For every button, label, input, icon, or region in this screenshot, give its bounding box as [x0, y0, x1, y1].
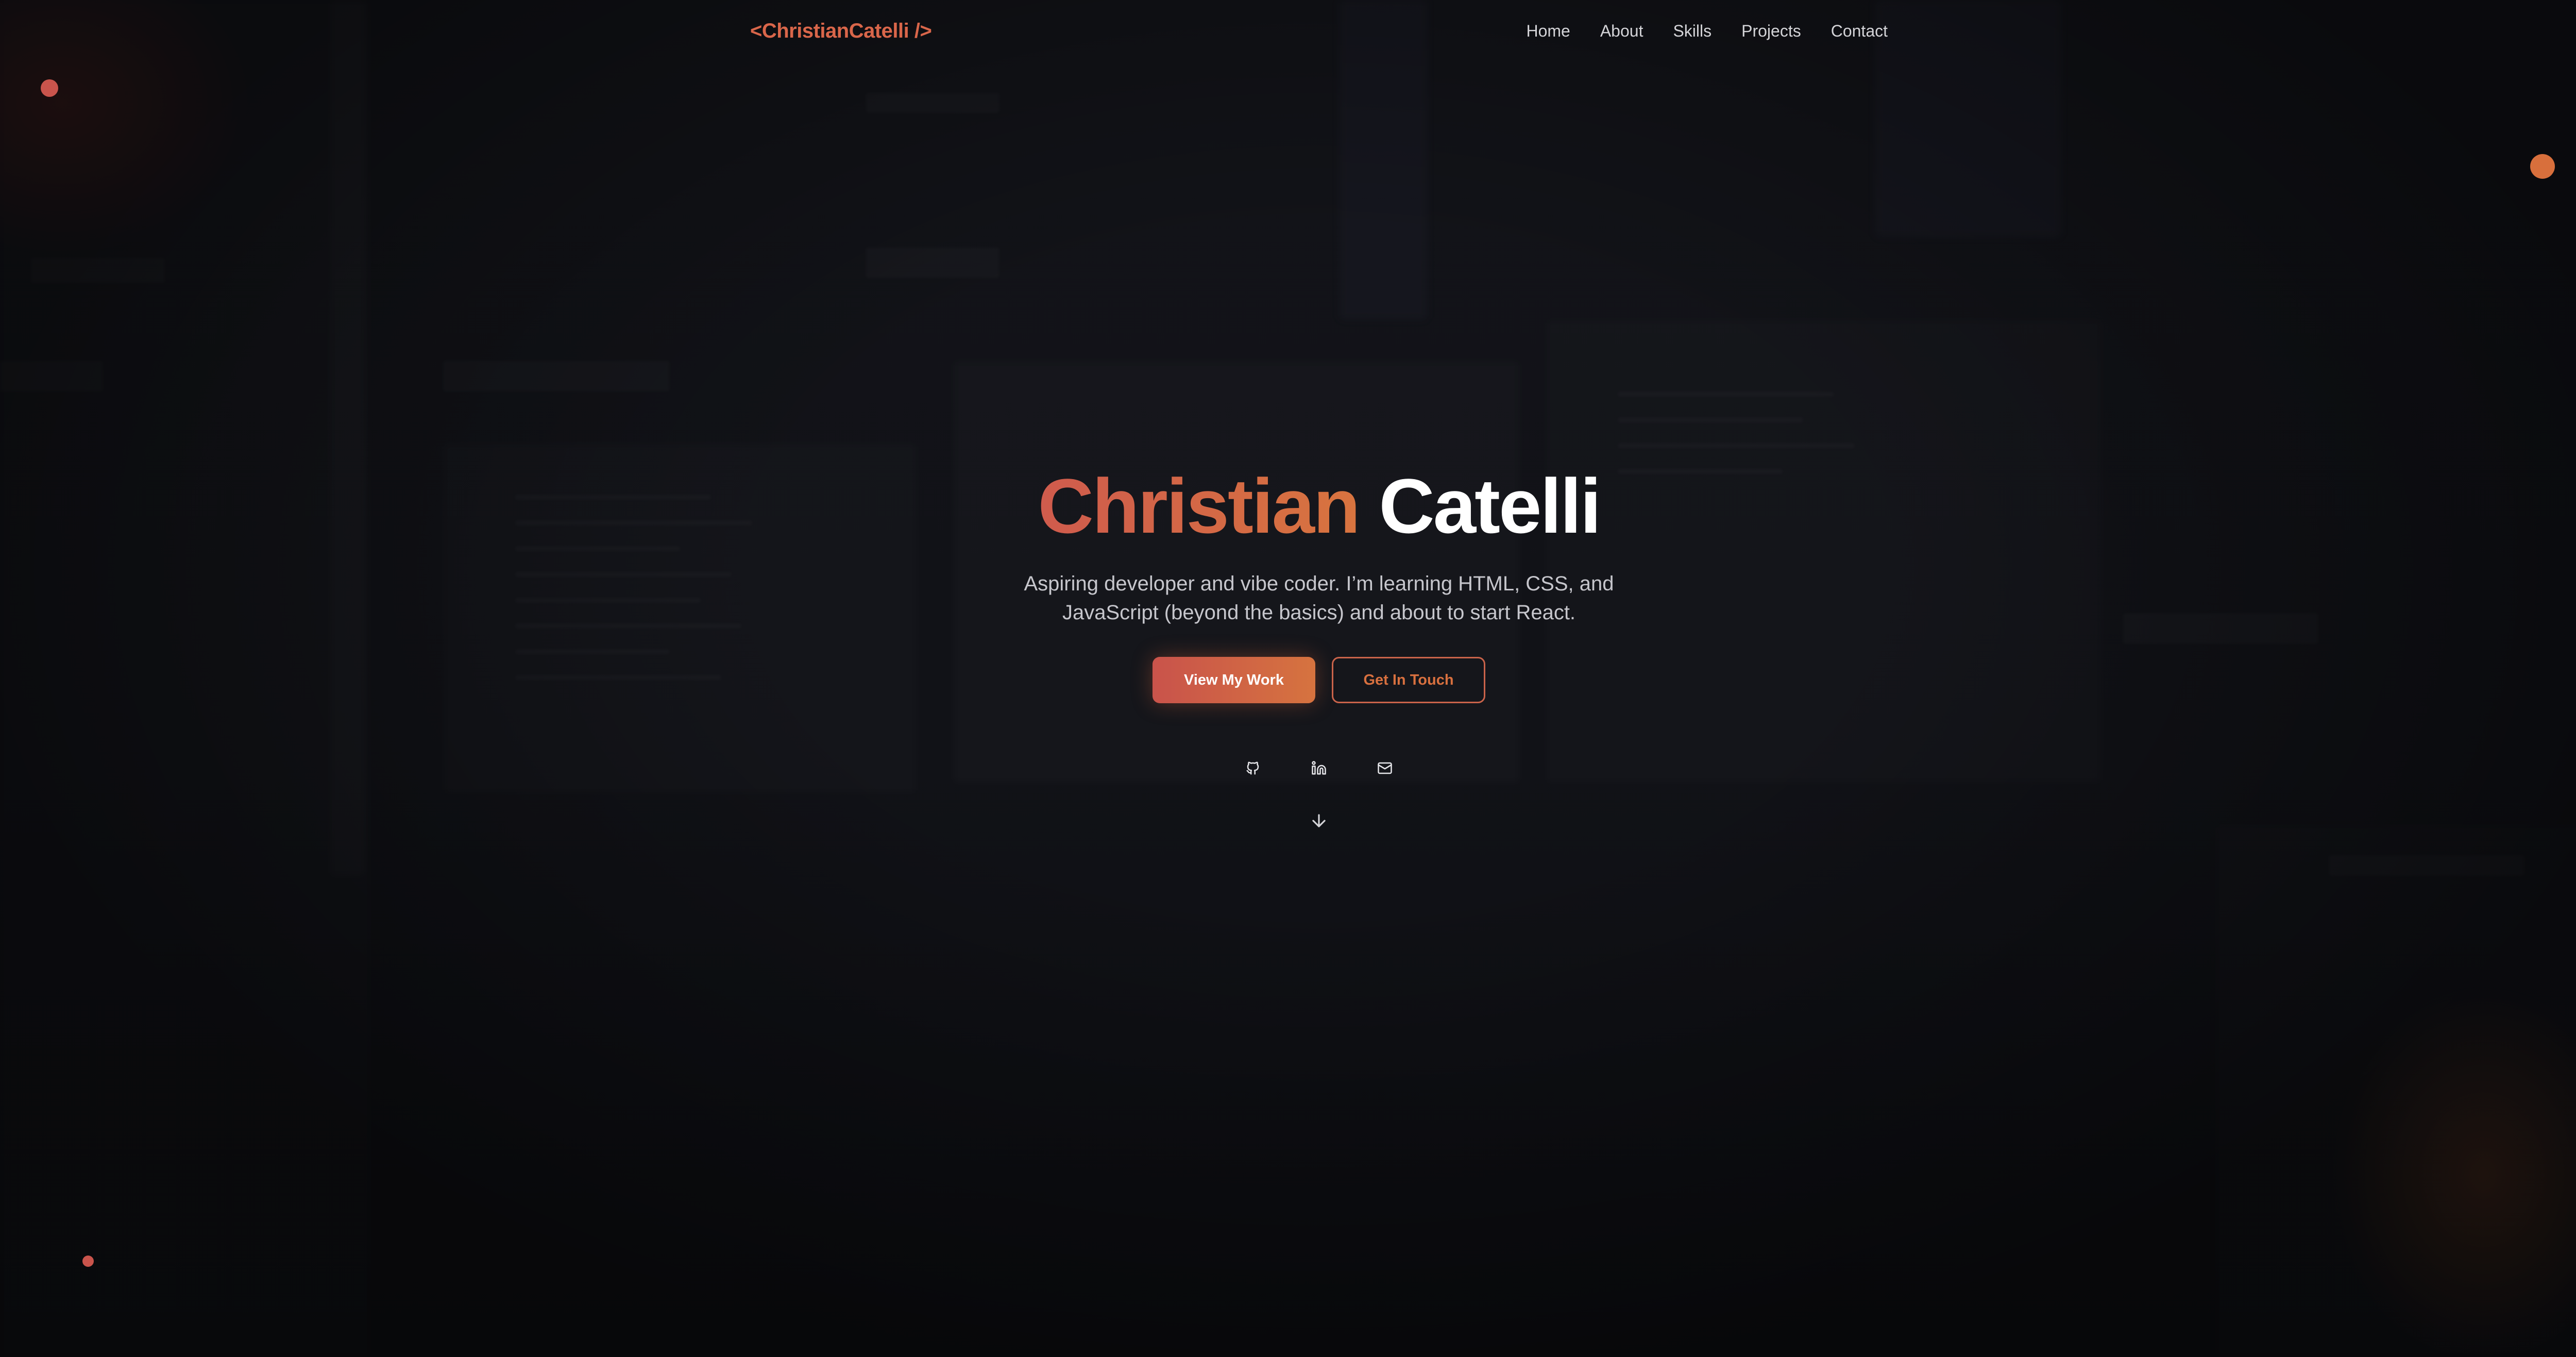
nav-link-about[interactable]: About — [1600, 22, 1643, 41]
hero-title: Christian Catelli — [0, 464, 2576, 549]
cta-group: View My Work Get In Touch — [0, 657, 2576, 703]
nav-link-skills[interactable]: Skills — [1673, 22, 1711, 41]
site-logo[interactable]: <ChristianCatelli /> — [750, 20, 932, 43]
hero-section: Christian Catelli Aspiring developer and… — [0, 464, 2576, 831]
nav-link-projects[interactable]: Projects — [1741, 22, 1801, 41]
nav-link-home[interactable]: Home — [1526, 22, 1570, 41]
get-in-touch-button[interactable]: Get In Touch — [1332, 657, 1485, 703]
decorative-dot — [41, 79, 58, 97]
hero-tagline: Aspiring developer and vibe coder. I’m l… — [1024, 572, 1614, 624]
view-my-work-button[interactable]: View My Work — [1153, 657, 1315, 703]
portfolio-page: <ChristianCatelli /> Home About Skills P… — [0, 0, 2576, 1357]
hero-first-name: Christian — [1038, 463, 1361, 549]
navbar: <ChristianCatelli /> Home About Skills P… — [0, 0, 2576, 64]
nav-link-contact[interactable]: Contact — [1831, 22, 1888, 41]
arrow-down-icon[interactable] — [1309, 810, 1329, 831]
hero-last-name: Catelli — [1379, 463, 1601, 549]
nav-menu: Home About Skills Projects Contact — [1526, 22, 1888, 41]
decorative-dot — [82, 1256, 94, 1267]
decorative-dot — [2530, 154, 2555, 179]
social-links — [0, 759, 2576, 777]
mail-icon[interactable] — [1376, 759, 1394, 777]
github-icon[interactable] — [1244, 759, 1262, 777]
linkedin-icon[interactable] — [1310, 759, 1328, 777]
